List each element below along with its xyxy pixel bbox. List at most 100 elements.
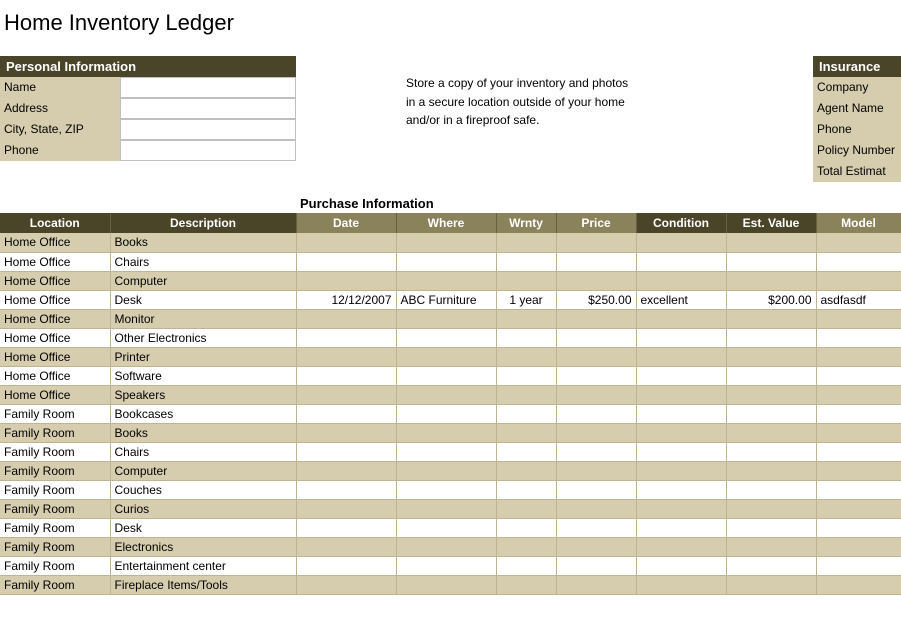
cell-location[interactable]: Family Room bbox=[0, 499, 110, 518]
cell-est_value[interactable] bbox=[726, 480, 816, 499]
table-row[interactable]: Home OfficeSoftware bbox=[0, 366, 901, 385]
cell-wrnty[interactable] bbox=[496, 404, 556, 423]
cell-location[interactable]: Home Office bbox=[0, 271, 110, 290]
cell-wrnty[interactable] bbox=[496, 347, 556, 366]
cell-price[interactable] bbox=[556, 347, 636, 366]
cell-location[interactable]: Home Office bbox=[0, 290, 110, 309]
cell-model[interactable] bbox=[816, 271, 901, 290]
personal-field-input[interactable] bbox=[120, 119, 296, 140]
cell-location[interactable]: Home Office bbox=[0, 233, 110, 252]
cell-condition[interactable] bbox=[636, 404, 726, 423]
cell-wrnty[interactable] bbox=[496, 461, 556, 480]
cell-model[interactable] bbox=[816, 518, 901, 537]
cell-description[interactable]: Monitor bbox=[110, 309, 296, 328]
cell-where[interactable] bbox=[396, 442, 496, 461]
cell-condition[interactable] bbox=[636, 499, 726, 518]
cell-where[interactable] bbox=[396, 499, 496, 518]
cell-date[interactable]: 12/12/2007 bbox=[296, 290, 396, 309]
cell-where[interactable] bbox=[396, 461, 496, 480]
cell-est_value[interactable] bbox=[726, 556, 816, 575]
cell-price[interactable] bbox=[556, 309, 636, 328]
cell-where[interactable] bbox=[396, 480, 496, 499]
cell-description[interactable]: Fireplace Items/Tools bbox=[110, 575, 296, 594]
cell-date[interactable] bbox=[296, 518, 396, 537]
cell-est_value[interactable] bbox=[726, 537, 816, 556]
cell-condition[interactable] bbox=[636, 518, 726, 537]
cell-location[interactable]: Home Office bbox=[0, 309, 110, 328]
cell-condition[interactable] bbox=[636, 385, 726, 404]
cell-model[interactable] bbox=[816, 480, 901, 499]
personal-field-input[interactable] bbox=[120, 140, 296, 161]
cell-condition[interactable] bbox=[636, 537, 726, 556]
table-row[interactable]: Home OfficePrinter bbox=[0, 347, 901, 366]
cell-price[interactable] bbox=[556, 480, 636, 499]
cell-est_value[interactable] bbox=[726, 233, 816, 252]
table-row[interactable]: Home OfficeMonitor bbox=[0, 309, 901, 328]
cell-est_value[interactable] bbox=[726, 461, 816, 480]
cell-model[interactable] bbox=[816, 347, 901, 366]
table-row[interactable]: Family RoomElectronics bbox=[0, 537, 901, 556]
cell-est_value[interactable] bbox=[726, 499, 816, 518]
cell-location[interactable]: Family Room bbox=[0, 575, 110, 594]
cell-date[interactable] bbox=[296, 309, 396, 328]
cell-wrnty[interactable] bbox=[496, 575, 556, 594]
table-row[interactable]: Family RoomBookcases bbox=[0, 404, 901, 423]
cell-date[interactable] bbox=[296, 575, 396, 594]
cell-price[interactable] bbox=[556, 461, 636, 480]
cell-model[interactable] bbox=[816, 233, 901, 252]
cell-est_value[interactable]: $200.00 bbox=[726, 290, 816, 309]
cell-where[interactable] bbox=[396, 385, 496, 404]
table-row[interactable]: Home OfficeBooks bbox=[0, 233, 901, 252]
cell-est_value[interactable] bbox=[726, 518, 816, 537]
cell-wrnty[interactable] bbox=[496, 271, 556, 290]
cell-date[interactable] bbox=[296, 366, 396, 385]
cell-price[interactable] bbox=[556, 499, 636, 518]
cell-description[interactable]: Books bbox=[110, 423, 296, 442]
cell-description[interactable]: Chairs bbox=[110, 442, 296, 461]
cell-price[interactable] bbox=[556, 423, 636, 442]
cell-est_value[interactable] bbox=[726, 385, 816, 404]
table-row[interactable]: Home OfficeSpeakers bbox=[0, 385, 901, 404]
cell-date[interactable] bbox=[296, 328, 396, 347]
cell-location[interactable]: Home Office bbox=[0, 252, 110, 271]
cell-location[interactable]: Family Room bbox=[0, 518, 110, 537]
table-row[interactable]: Family RoomChairs bbox=[0, 442, 901, 461]
cell-date[interactable] bbox=[296, 347, 396, 366]
cell-location[interactable]: Home Office bbox=[0, 347, 110, 366]
cell-model[interactable] bbox=[816, 537, 901, 556]
cell-description[interactable]: Desk bbox=[110, 518, 296, 537]
cell-est_value[interactable] bbox=[726, 309, 816, 328]
cell-condition[interactable] bbox=[636, 347, 726, 366]
cell-date[interactable] bbox=[296, 442, 396, 461]
cell-price[interactable] bbox=[556, 518, 636, 537]
table-row[interactable]: Family RoomEntertainment center bbox=[0, 556, 901, 575]
cell-est_value[interactable] bbox=[726, 366, 816, 385]
cell-wrnty[interactable] bbox=[496, 366, 556, 385]
cell-model[interactable] bbox=[816, 499, 901, 518]
cell-condition[interactable] bbox=[636, 423, 726, 442]
cell-condition[interactable]: excellent bbox=[636, 290, 726, 309]
cell-location[interactable]: Family Room bbox=[0, 537, 110, 556]
cell-condition[interactable] bbox=[636, 442, 726, 461]
cell-condition[interactable] bbox=[636, 556, 726, 575]
cell-date[interactable] bbox=[296, 556, 396, 575]
cell-description[interactable]: Printer bbox=[110, 347, 296, 366]
table-row[interactable]: Family RoomFireplace Items/Tools bbox=[0, 575, 901, 594]
cell-condition[interactable] bbox=[636, 575, 726, 594]
cell-where[interactable] bbox=[396, 233, 496, 252]
cell-where[interactable] bbox=[396, 366, 496, 385]
cell-est_value[interactable] bbox=[726, 442, 816, 461]
cell-description[interactable]: Speakers bbox=[110, 385, 296, 404]
cell-location[interactable]: Family Room bbox=[0, 480, 110, 499]
cell-location[interactable]: Home Office bbox=[0, 328, 110, 347]
cell-model[interactable] bbox=[816, 366, 901, 385]
table-row[interactable]: Family RoomCouches bbox=[0, 480, 901, 499]
cell-date[interactable] bbox=[296, 537, 396, 556]
cell-model[interactable] bbox=[816, 423, 901, 442]
cell-wrnty[interactable] bbox=[496, 556, 556, 575]
cell-where[interactable] bbox=[396, 404, 496, 423]
cell-price[interactable] bbox=[556, 404, 636, 423]
cell-price[interactable] bbox=[556, 366, 636, 385]
cell-wrnty[interactable] bbox=[496, 385, 556, 404]
cell-est_value[interactable] bbox=[726, 252, 816, 271]
